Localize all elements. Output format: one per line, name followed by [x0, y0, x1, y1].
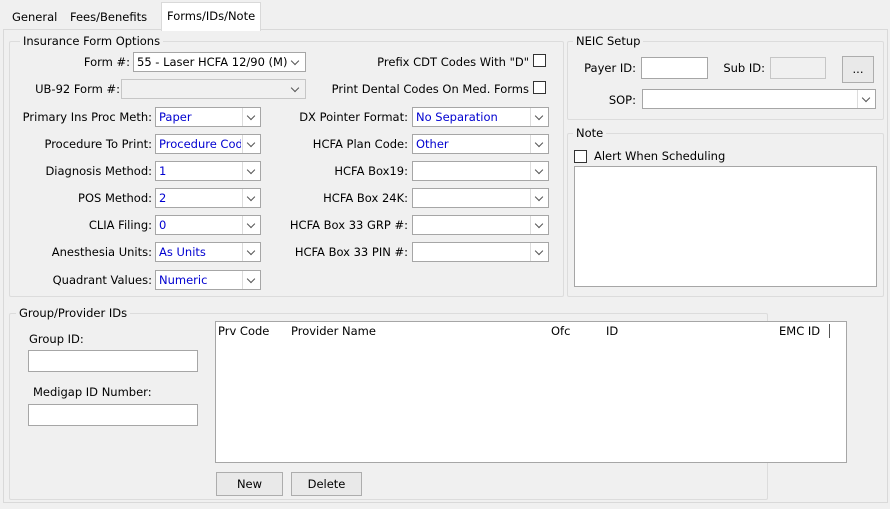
hcfa-plan-code-select[interactable]: Other	[412, 134, 549, 154]
sop-label: SOP:	[608, 93, 636, 107]
chevron-down-icon	[242, 216, 260, 234]
ub92-form-label: UB-92 Form #:	[35, 82, 120, 96]
column-header-prv-code[interactable]: Prv Code	[218, 324, 269, 338]
chevron-down-icon	[530, 243, 548, 261]
clia-filing-select[interactable]: 0	[155, 215, 261, 235]
chevron-down-icon	[242, 162, 260, 180]
hcfa-box19-select[interactable]	[412, 161, 549, 181]
column-header-provider-name[interactable]: Provider Name	[291, 324, 376, 338]
prefix-cdt-label: Prefix CDT Codes With "D"	[377, 55, 529, 69]
clia-filing-label: CLIA Filing:	[88, 218, 152, 232]
sop-select[interactable]	[642, 89, 876, 109]
hcfa-box24k-select[interactable]	[412, 188, 549, 208]
new-button[interactable]: New	[216, 472, 283, 496]
note-legend: Note	[573, 126, 607, 140]
hcfa-box33-grp-label: HCFA Box 33 GRP #:	[289, 218, 408, 232]
payer-id-input[interactable]	[641, 57, 708, 79]
payer-id-label: Payer ID:	[584, 61, 636, 75]
hcfa-box33-pin-label: HCFA Box 33 PIN #:	[294, 245, 408, 259]
chevron-down-icon	[530, 162, 548, 180]
chevron-down-icon	[242, 243, 260, 261]
hcfa-box24k-label: HCFA Box 24K:	[323, 191, 408, 205]
dx-pointer-format-select[interactable]: No Separation	[412, 107, 549, 127]
provider-ids-table[interactable]: Prv Code Provider Name Ofc ID EMC ID	[215, 321, 847, 463]
anesthesia-units-label: Anesthesia Units:	[51, 245, 152, 259]
hcfa-plan-code-label: HCFA Plan Code:	[312, 137, 408, 151]
diagnosis-method-label: Diagnosis Method:	[45, 164, 152, 178]
note-textarea[interactable]	[574, 166, 877, 287]
sub-id-label: Sub ID:	[723, 61, 765, 75]
column-header-id[interactable]: ID	[606, 324, 618, 338]
primary-ins-proc-meth-select[interactable]: Paper	[155, 107, 261, 127]
alert-when-scheduling-checkbox[interactable]	[574, 150, 587, 163]
chevron-down-icon	[857, 90, 875, 108]
medigap-id-input[interactable]	[28, 404, 198, 426]
chevron-down-icon	[530, 189, 548, 207]
medigap-id-label: Medigap ID Number:	[33, 385, 152, 399]
pos-method-select[interactable]: 2	[155, 188, 261, 208]
hcfa-box33-grp-select[interactable]	[412, 215, 549, 235]
chevron-down-icon	[530, 216, 548, 234]
column-header-emc-id[interactable]: EMC ID	[779, 324, 820, 338]
delete-button[interactable]: Delete	[291, 472, 362, 496]
primary-ins-proc-meth-label: Primary Ins Proc Meth:	[22, 110, 152, 124]
chevron-down-icon	[530, 135, 548, 153]
hcfa-box33-pin-select[interactable]	[412, 242, 549, 262]
ub92-form-select[interactable]	[121, 79, 306, 99]
hcfa-box19-label: HCFA Box19:	[334, 164, 408, 178]
form-number-select[interactable]: 55 - Laser HCFA 12/90 (M)	[133, 52, 306, 72]
print-dental-codes-checkbox[interactable]	[533, 81, 546, 94]
chevron-down-icon	[242, 135, 260, 153]
column-divider	[829, 324, 830, 338]
column-header-ofc[interactable]: Ofc	[551, 324, 570, 338]
chevron-down-icon	[530, 108, 548, 126]
dx-pointer-format-label: DX Pointer Format:	[299, 110, 408, 124]
anesthesia-units-select[interactable]: As Units	[155, 242, 261, 262]
insurance-form-options-legend: Insurance Form Options	[20, 34, 164, 48]
tab-bar: General Fees/Benefits Forms/IDs/Note	[0, 0, 890, 31]
procedure-to-print-select[interactable]: Procedure Code	[155, 134, 261, 154]
group-id-label: Group ID:	[29, 332, 84, 346]
diagnosis-method-select[interactable]: 1	[155, 161, 261, 181]
tab-general[interactable]: General	[7, 6, 62, 28]
group-id-input[interactable]	[28, 350, 198, 372]
tab-forms-ids-note[interactable]: Forms/IDs/Note	[161, 2, 262, 31]
chevron-down-icon	[242, 271, 260, 289]
form-number-label: Form #:	[83, 55, 130, 69]
procedure-to-print-label: Procedure To Print:	[44, 137, 152, 151]
sub-id-input[interactable]	[770, 57, 826, 79]
chevron-down-icon	[242, 108, 260, 126]
prefix-cdt-checkbox[interactable]	[533, 54, 546, 67]
group-provider-ids-legend: Group/Provider IDs	[16, 306, 131, 320]
print-dental-codes-label: Print Dental Codes On Med. Forms	[331, 82, 529, 96]
alert-when-scheduling-label: Alert When Scheduling	[594, 149, 726, 163]
quadrant-values-select[interactable]: Numeric	[155, 270, 261, 290]
pos-method-label: POS Method:	[78, 191, 152, 205]
neic-browse-button[interactable]: ...	[842, 56, 874, 83]
neic-setup-legend: NEIC Setup	[573, 34, 644, 48]
tab-fees-benefits[interactable]: Fees/Benefits	[65, 6, 152, 28]
quadrant-values-label: Quadrant Values:	[52, 273, 152, 287]
chevron-down-icon	[242, 189, 260, 207]
